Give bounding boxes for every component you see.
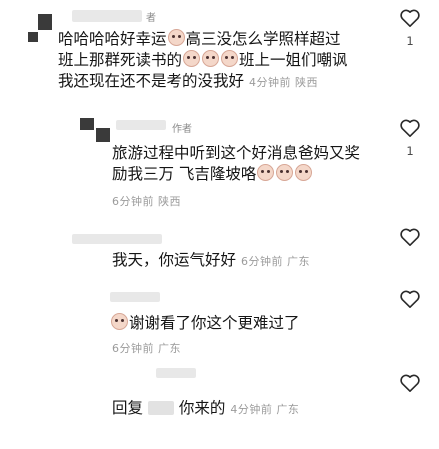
comment-text: 回复 你来的 4分钟前 广东 [112,399,300,417]
avatar[interactable] [96,128,110,142]
reply-prefix: 回复 [112,399,144,417]
heart-icon[interactable] [399,373,421,393]
username[interactable] [156,368,196,378]
comment-meta: 4分钟前 陕西 [248,76,318,89]
comment-meta: 6分钟前 广东 [112,342,181,355]
comment-meta: 6分钟前 广东 [240,255,310,268]
comment-text: 哈哈哈哈好幸运 高三没怎么学照样超过 班上那群死读书的 班上一姐们嘲讽 我还现在还不… [58,29,348,90]
smile-emoji-icon [167,29,185,46]
heart-icon[interactable] [399,227,421,247]
smile-emoji-icon [111,313,128,330]
username[interactable] [72,234,162,244]
username[interactable] [110,292,160,302]
smile-emoji-icon [221,50,239,67]
author-tag: 者 [146,13,156,24]
comment-text: 我天，你运气好好 6分钟前 广东 [112,251,310,269]
username[interactable] [116,120,166,130]
comment-meta: 4分钟前 广东 [230,403,300,416]
heart-icon[interactable] [399,8,421,28]
comment-meta: 6分钟前 陕西 [112,195,181,208]
smile-emoji-icon [202,50,220,67]
like-count: 1 [406,34,414,48]
avatar[interactable] [28,32,38,42]
comment-text: 旅游过程中听到这个好消息爸妈又奖 励我三万 飞吉隆坡咯 [112,144,361,183]
avatar[interactable] [80,118,94,130]
heart-icon[interactable] [399,289,421,309]
avatar[interactable] [38,14,52,30]
comment-text: 谢谢看了你这个更难过了 [110,313,300,334]
smile-emoji-icon [257,164,275,181]
username[interactable] [72,10,142,22]
smile-emoji-icon [276,164,294,181]
smile-emoji-icon [183,50,201,67]
author-tag: 作者 [172,124,192,135]
like-count: 1 [406,144,414,158]
smile-emoji-icon [295,164,313,181]
heart-icon[interactable] [399,118,421,138]
mention-username[interactable] [147,401,174,415]
